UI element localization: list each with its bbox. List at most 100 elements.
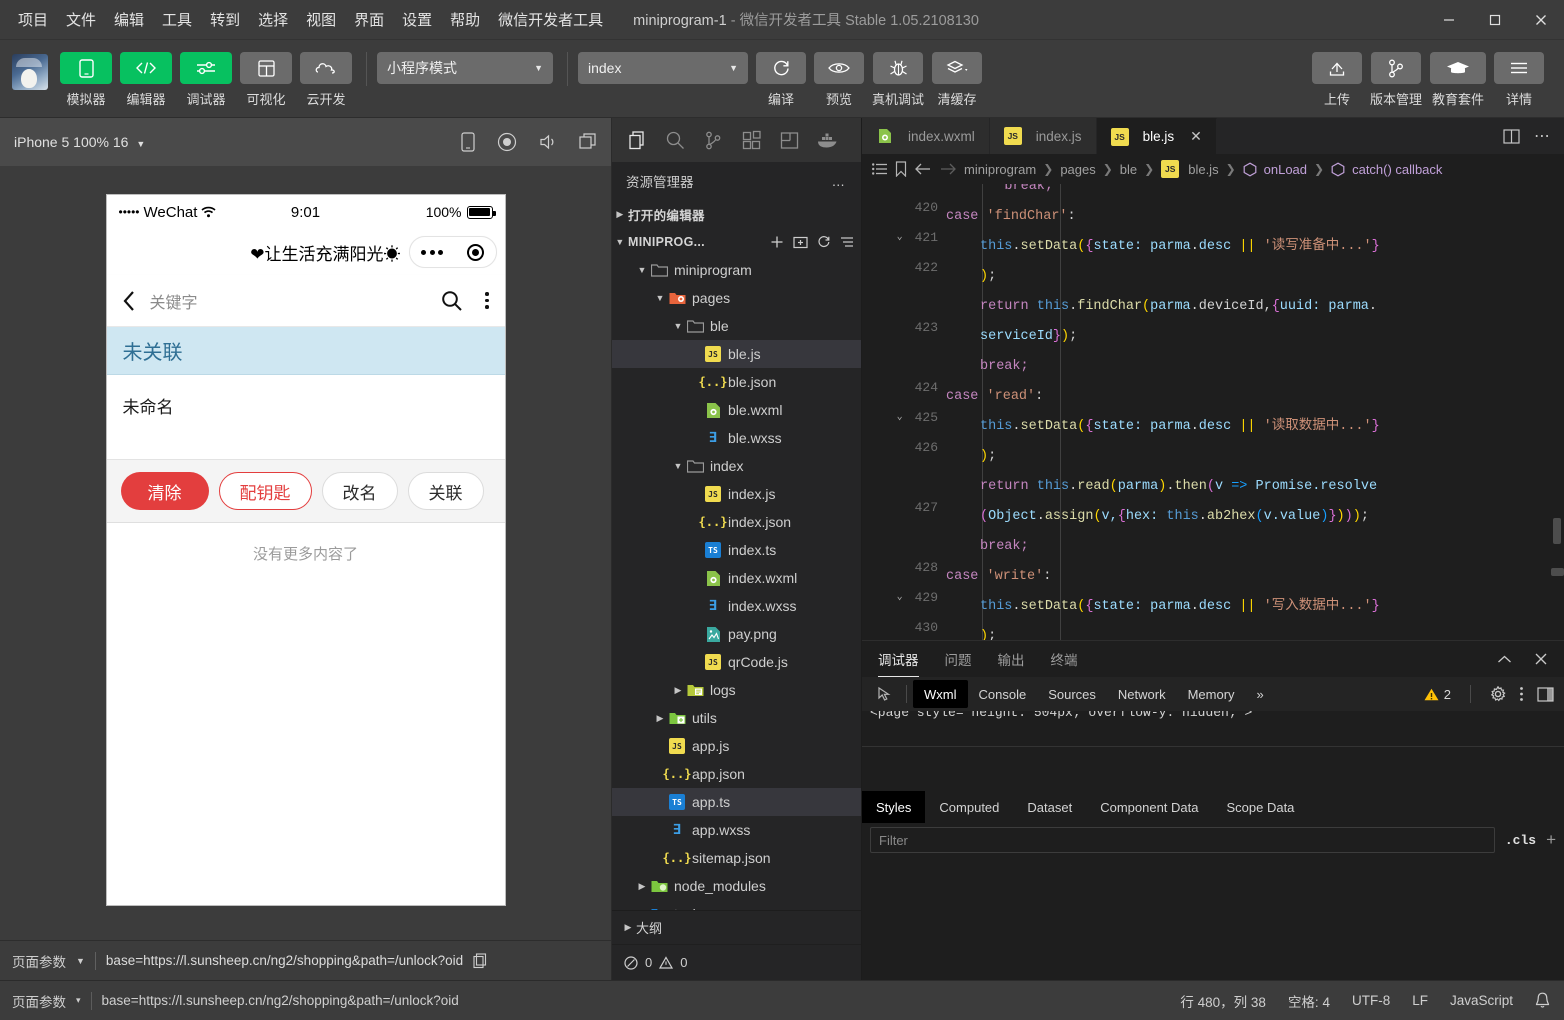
toolbar-debugger-button[interactable]: 调试器 [180, 46, 232, 108]
kebab-icon[interactable] [1519, 686, 1524, 702]
devtools-panel-overflow[interactable]: » [1246, 680, 1275, 708]
section-open-editors[interactable]: ▶ 打开的编辑器 [612, 200, 861, 228]
minimize-button[interactable] [1426, 0, 1472, 40]
toolbar-editor-button[interactable]: 编辑器 [120, 46, 172, 108]
element-picker-icon[interactable] [870, 686, 900, 703]
sub-tab-computed[interactable]: Computed [925, 791, 1013, 823]
sub-tab-styles[interactable]: Styles [862, 791, 926, 823]
fold-chevron-icon[interactable]: ⌄ [897, 591, 907, 603]
search-keyword-input[interactable]: 关键字 [150, 289, 198, 313]
error-icon[interactable] [624, 955, 638, 970]
split-editor-icon[interactable] [1503, 128, 1520, 144]
tree-item-app-wxss[interactable]: ▶∃app.wxss [612, 816, 861, 844]
toolbar-cloud-button[interactable]: 云开发 [300, 46, 352, 108]
window-icon[interactable] [579, 133, 597, 151]
list-item[interactable]: 未命名 [107, 375, 505, 459]
close-button[interactable] [1518, 0, 1564, 40]
scrollbar-thumb[interactable] [1553, 518, 1561, 544]
toolbar-clear-cache-button[interactable]: 清缓存 [932, 46, 983, 108]
tree-item-ble-json[interactable]: ▶{..}ble.json [612, 368, 861, 396]
chevron-down-icon[interactable]: ▼ [76, 956, 85, 966]
toolbar-visualize-button[interactable]: 可视化 [240, 46, 292, 108]
tree-item-index-wxss[interactable]: ▶∃index.wxss [612, 592, 861, 620]
tree-item-logs[interactable]: ▶ logs [612, 676, 861, 704]
toolbar-page-select[interactable]: index ▼ . [578, 46, 748, 104]
dock-icon[interactable] [1537, 686, 1554, 702]
tree-item-ble-wxss[interactable]: ▶∃ble.wxss [612, 424, 861, 452]
avatar[interactable] [12, 54, 48, 90]
docker-icon[interactable] [808, 121, 846, 159]
fold-chevron-icon[interactable]: ⌄ [897, 411, 907, 423]
split-layout-icon[interactable] [770, 121, 808, 159]
page-select-box[interactable]: index ▼ [578, 52, 748, 84]
files-icon[interactable] [618, 121, 656, 159]
toolbar-compile-button[interactable]: 编译 [756, 46, 806, 108]
filter-input[interactable]: Filter [870, 827, 1495, 853]
gear-icon[interactable] [1490, 686, 1506, 702]
tree-item-app-ts[interactable]: ▶TSapp.ts [612, 788, 861, 816]
tree-item-index-json[interactable]: ▶{..}index.json [612, 508, 861, 536]
devtools-tab-terminal[interactable]: 终端 [1051, 641, 1078, 677]
toolbar-version-button[interactable]: 版本管理 [1370, 46, 1422, 108]
record-icon[interactable] [497, 132, 517, 152]
menu-item-tools[interactable]: 工具 [154, 5, 200, 34]
status-page-params-label[interactable]: 页面参数 [12, 991, 66, 1011]
fold-chevron-icon[interactable]: ⌄ [897, 231, 907, 243]
status-url[interactable]: base=https://l.sunsheep.cn/ng2/shopping&… [102, 993, 459, 1008]
tree-item-pages[interactable]: ▼ pages [612, 284, 861, 312]
devtools-panel-tab-wxml[interactable]: Wxml [913, 680, 968, 708]
tree-item-qrcode-js[interactable]: ▶JSqrCode.js [612, 648, 861, 676]
sub-tab-component-data[interactable]: Component Data [1086, 791, 1212, 823]
toolbar-upload-button[interactable]: 上传 [1311, 46, 1362, 108]
tree-item-app-js[interactable]: ▶JSapp.js [612, 732, 861, 760]
warning-icon[interactable] [659, 955, 674, 970]
breadcrumb-item-pages[interactable]: pages [1060, 162, 1095, 177]
more-actions-icon[interactable]: ⋯ [1534, 126, 1550, 146]
rename-button[interactable]: 改名 [321, 472, 398, 510]
tree-item-ble-wxml[interactable]: ▶ble.wxml [612, 396, 861, 424]
code-content[interactable]: break; case 'findChar': this.setData({stat… [946, 184, 1564, 640]
devtools-panel-tab-console[interactable]: Console [968, 680, 1038, 708]
extensions-icon[interactable] [732, 121, 770, 159]
bell-icon[interactable] [1535, 992, 1550, 1009]
menu-item-project[interactable]: 项目 [10, 5, 56, 34]
sub-tab-scope-data[interactable]: Scope Data [1212, 791, 1308, 823]
chevron-down-icon[interactable]: ▾ [76, 995, 81, 1006]
back-chevron-icon[interactable] [123, 290, 136, 312]
eol-mode[interactable]: LF [1412, 993, 1428, 1008]
section-project-root[interactable]: ▼ MINIPROG... [612, 228, 861, 256]
tab-ble-js[interactable]: JS ble.js ✕ [1096, 118, 1217, 154]
close-icon[interactable]: ✕ [1190, 128, 1202, 145]
refresh-icon[interactable] [817, 235, 831, 249]
clear-button[interactable]: 清除 [120, 472, 209, 510]
page-params-label[interactable]: 页面参数 [12, 951, 66, 971]
pair-key-button[interactable]: 配钥匙 [218, 472, 312, 510]
target-icon[interactable] [466, 243, 484, 261]
rotate-device-icon[interactable] [461, 132, 475, 152]
arrow-right-icon[interactable] [939, 162, 957, 176]
copy-icon[interactable] [473, 952, 487, 969]
devtools-tab-debugger[interactable]: 调试器 [878, 641, 919, 677]
cursor-position[interactable]: 行 480，列 38 [1180, 991, 1266, 1011]
menu-item-settings[interactable]: 设置 [394, 5, 440, 34]
new-file-icon[interactable] [770, 235, 784, 249]
tab-index-js[interactable]: JS index.js [989, 118, 1097, 154]
wxml-tree-line[interactable]: <page style="height: 504px; overflow-y: … [862, 711, 1564, 747]
list-icon[interactable] [872, 162, 888, 176]
language-mode[interactable]: JavaScript [1450, 993, 1513, 1008]
menu-item-file[interactable]: 文件 [58, 5, 104, 34]
tab-index-wxml[interactable]: index.wxml [862, 118, 990, 154]
toolbar-remote-debug-button[interactable]: 真机调试 [872, 46, 924, 108]
close-icon[interactable] [1534, 652, 1548, 666]
indentation[interactable]: 空格: 4 [1288, 991, 1330, 1011]
breadcrumb-item-miniprogram[interactable]: miniprogram [964, 162, 1036, 177]
tree-item-ble-js[interactable]: ▶JSble.js [612, 340, 861, 368]
toolbar-simulator-button[interactable]: 模拟器 [60, 46, 112, 108]
toolbar-mode-select[interactable]: 小程序模式 ▼ . [377, 46, 553, 104]
page-params-url[interactable]: base=https://l.sunsheep.cn/ng2/shopping&… [106, 953, 463, 968]
tree-item-index-js[interactable]: ▶JSindex.js [612, 480, 861, 508]
tree-item-typings[interactable]: ▶TStypings [612, 900, 861, 910]
toolbar-education-button[interactable]: 教育套件 [1430, 46, 1486, 108]
menu-item-devtools[interactable]: 微信开发者工具 [490, 5, 611, 34]
outline-section[interactable]: ▶ 大纲 [612, 910, 861, 944]
